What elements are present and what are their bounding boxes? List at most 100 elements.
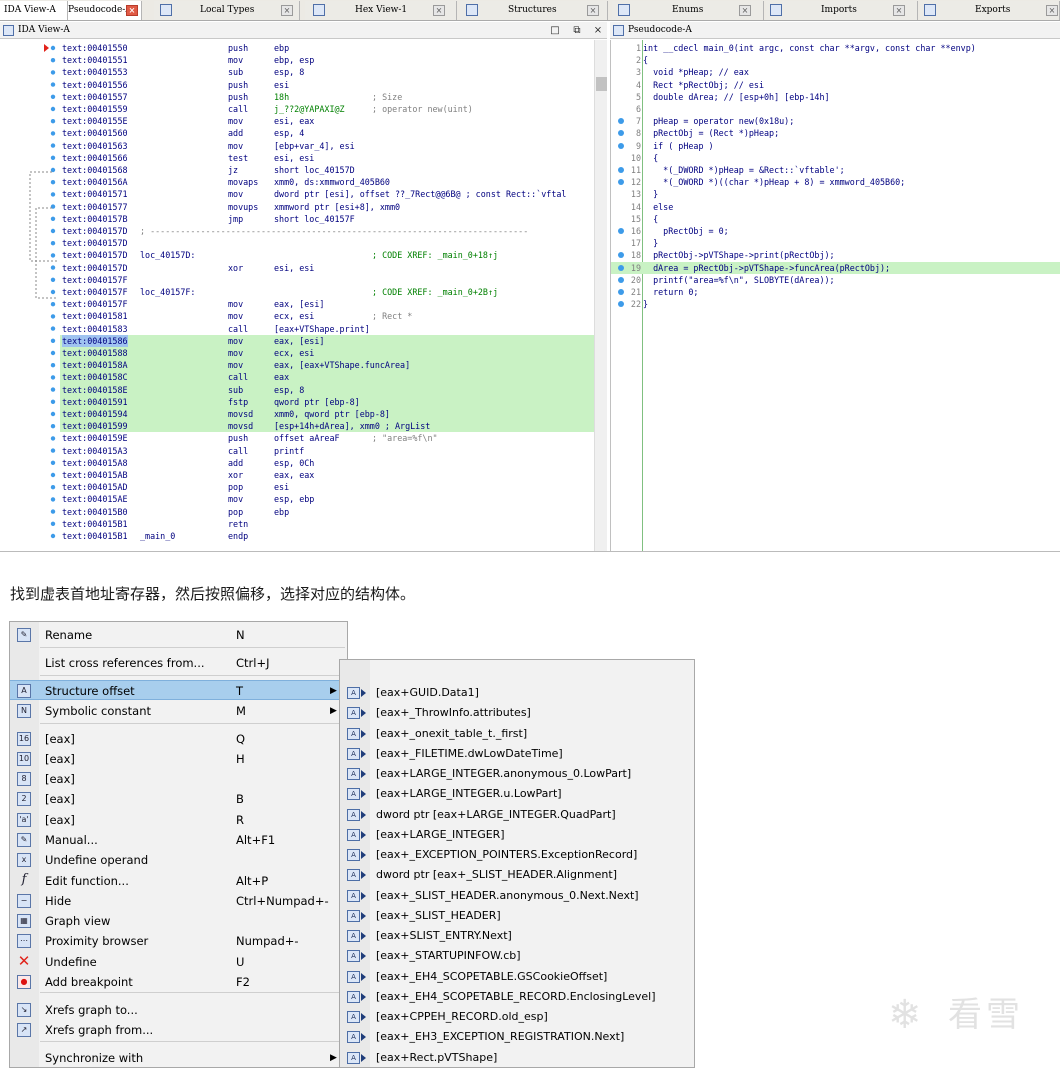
pseudocode-line[interactable]: 16 pRectObj = 0; [611, 225, 1060, 237]
disasm-line[interactable]: text:004015A8 add esp, 0Ch [60, 457, 594, 469]
breakpoint-dot[interactable] [50, 399, 56, 404]
tab-pseudocode-a[interactable]: Pseudocode-A × [68, 1, 142, 20]
breakpoint-dot[interactable] [50, 302, 56, 307]
menu-item-xrefs-graph-to[interactable]: ↘ Xrefs graph to... [10, 1000, 347, 1020]
pseudocode-line[interactable]: 18 pRectObj->pVTShape->print(pRectObj); [611, 249, 1060, 261]
breakpoint-dot[interactable] [618, 228, 624, 234]
disasm-line[interactable]: text:00401550 push ebp [60, 42, 594, 54]
close-icon[interactable]: × [587, 5, 599, 16]
disasm-line[interactable]: text:00401571 mov dword ptr [esi], offset … [60, 188, 594, 200]
close-icon[interactable]: × [281, 5, 293, 16]
disasm-line[interactable]: text:004015A3 call printf [60, 445, 594, 457]
menu-item-undefine-operand[interactable]: x Undefine operand [10, 850, 347, 870]
breakpoint-dot[interactable] [50, 216, 56, 221]
menu-item-rename[interactable]: ✎ Rename N [10, 625, 347, 645]
disasm-line[interactable]: text:00401568 jz short loc_40157D [60, 164, 594, 176]
breakpoint-dot[interactable] [618, 130, 624, 137]
breakpoint-dot[interactable] [50, 411, 56, 417]
breakpoint-dot[interactable] [50, 241, 56, 246]
close-icon[interactable]: × [739, 5, 751, 16]
disasm-line[interactable]: text:004015AB xor eax, eax [60, 469, 594, 481]
breakpoint-dot[interactable] [50, 436, 56, 441]
breakpoint-dot[interactable] [50, 94, 56, 99]
disasm-line[interactable]: text:00401559 call j_??2@YAPAXI@Z ; operato… [60, 103, 594, 115]
disasm-line[interactable]: text:00401588 mov ecx, esi [60, 347, 594, 360]
menu-item-eax[interactable]: 8 [eax] [10, 769, 347, 789]
disasm-line[interactable]: text:00401553 sub esp, 8 [60, 66, 594, 78]
breakpoint-dot[interactable] [618, 289, 624, 295]
structure-offset-option[interactable]: A [eax+_onexit_table_t._first] [340, 724, 694, 744]
menu-item-eax[interactable]: 'a' [eax] R [10, 810, 347, 830]
breakpoint-dot[interactable] [50, 509, 56, 514]
breakpoint-dot[interactable] [618, 301, 624, 308]
menu-item-synchronize-with[interactable]: Synchronize with ▶ [10, 1048, 347, 1067]
structure-offset-option[interactable]: A [eax+_EXCEPTION_POINTERS.ExceptionRecor… [340, 845, 694, 865]
disasm-line[interactable]: text:0040157F [60, 274, 594, 286]
structure-offset-option[interactable]: A [eax+_ThrowInfo.attributes] [340, 703, 694, 723]
disasm-line[interactable]: text:004015B1 _main_0 endp [60, 530, 594, 542]
breakpoint-dot[interactable] [50, 82, 56, 87]
close-icon[interactable]: × [893, 5, 905, 16]
pseudocode-line[interactable]: 4 Rect *pRectObj; // esi [611, 79, 1060, 91]
vertical-scrollbar[interactable] [594, 40, 607, 551]
pseudocode-line[interactable]: 13 } [611, 188, 1060, 200]
disasm-line[interactable]: text:00401583 call [eax+VTShape.print] [60, 323, 594, 335]
breakpoint-dot[interactable] [50, 424, 56, 429]
breakpoint-dot[interactable] [50, 338, 56, 343]
tab-imports[interactable]: Imports × [766, 1, 918, 20]
restore-icon[interactable]: □ [548, 22, 562, 39]
disasm-line[interactable]: text:00401577 movups xmmword ptr [esi+8], … [60, 201, 594, 213]
pseudocode-line[interactable]: 10 { [611, 152, 1060, 164]
breakpoint-dot[interactable] [50, 497, 56, 502]
pseudocode-line[interactable]: 12 *(_OWORD *)((char *)pHeap + 8) = xmmw… [611, 176, 1060, 188]
float-icon[interactable]: ⧉ [570, 22, 584, 39]
pseudocode-line[interactable]: 19 dArea = pRectObj->pVTShape->funcArea(… [611, 261, 1060, 274]
structure-offset-option[interactable]: A [eax+_SLIST_HEADER] [340, 906, 694, 926]
disasm-line[interactable]: text:00401591 fstp qword ptr [ebp-8] [60, 395, 594, 408]
structure-offset-option[interactable]: A [eax+LARGE_INTEGER.anonymous_0.LowPart] [340, 764, 694, 784]
breakpoint-dot[interactable] [50, 155, 56, 160]
structure-offset-option[interactable]: A [eax+LARGE_INTEGER.u.LowPart] [340, 784, 694, 804]
structure-offset-option[interactable]: A [eax+_FILETIME.dwLowDateTime] [340, 744, 694, 764]
tab-exports[interactable]: Exports × [920, 1, 1060, 20]
structure-offset-option[interactable]: A [eax+_EH4_SCOPETABLE_RECORD.EnclosingLe… [340, 987, 694, 1007]
menu-item-symbolic-constant[interactable]: N Symbolic constant M ▶ [10, 701, 347, 721]
structure-offset-option[interactable]: A [eax+_EH4_SCOPETABLE.GSCookieOffset] [340, 967, 694, 987]
menu-item-eax[interactable]: 16 [eax] Q [10, 729, 347, 749]
disasm-line[interactable]: text:004015B1 retn [60, 518, 594, 530]
breakpoint-dot[interactable] [50, 180, 56, 185]
structure-offset-option[interactable]: Adword ptr [eax+LARGE_INTEGER.QuadPart] [340, 805, 694, 825]
close-icon[interactable]: × [1046, 5, 1058, 16]
pseudocode-line[interactable]: 22} [611, 298, 1060, 310]
structure-offset-option[interactable]: A [eax+_STARTUPINFOW.cb] [340, 946, 694, 966]
breakpoint-dot[interactable] [50, 387, 56, 392]
breakpoint-dot[interactable] [50, 363, 56, 368]
breakpoint-dot[interactable] [618, 142, 624, 149]
breakpoint-dot[interactable] [50, 277, 56, 282]
breakpoint-dot[interactable] [50, 289, 56, 295]
structure-offset-option[interactable]: A [eax+LARGE_INTEGER] [340, 825, 694, 845]
disasm-line[interactable]: text:0040157D [60, 237, 594, 249]
disasm-line[interactable]: text:0040158C call eax [60, 371, 594, 384]
breakpoint-dot[interactable] [50, 350, 56, 356]
tab-local-types[interactable]: Local Types × [154, 1, 300, 20]
disasm-line[interactable]: text:0040158A mov eax, [eax+VTShape.funcAr… [60, 359, 594, 372]
structure-offset-option[interactable]: A [eax+SLIST_ENTRY.Next] [340, 926, 694, 946]
disasm-line[interactable]: text:00401586 mov eax, [esi] [60, 334, 594, 347]
menu-item-graph-view[interactable]: ▦ Graph view [10, 911, 347, 931]
menu-item-eax[interactable]: 2 [eax] B [10, 789, 347, 809]
breakpoint-dot[interactable] [618, 179, 624, 186]
breakpoint-dot[interactable] [50, 533, 56, 539]
pseudocode-line[interactable]: 1 int __cdecl main_0(int argc, const char… [611, 42, 1060, 54]
pseudocode-line[interactable]: 14 else [611, 201, 1060, 213]
structure-offset-option[interactable]: A [eax+CPPEH_RECORD.old_esp] [340, 1007, 694, 1027]
pseudocode-line[interactable]: 7 pHeap = operator new(0x18u); [611, 115, 1060, 127]
disasm-line[interactable]: text:004015AE mov esp, ebp [60, 493, 594, 505]
tab-ida-view-a[interactable]: IDA View-A [0, 1, 68, 20]
disasm-line[interactable]: text:00401581 mov ecx, esi ; Rect * [60, 310, 594, 322]
structure-offset-option[interactable]: A [eax+Rect.pVTShape] [340, 1048, 694, 1068]
disasm-line[interactable]: text:0040157D ; -------------------------… [60, 225, 594, 237]
pseudocode-line[interactable]: 9 if ( pHeap ) [611, 140, 1060, 152]
disasm-line[interactable]: text:004015B0 pop ebp [60, 506, 594, 518]
close-icon[interactable]: × [433, 5, 445, 16]
